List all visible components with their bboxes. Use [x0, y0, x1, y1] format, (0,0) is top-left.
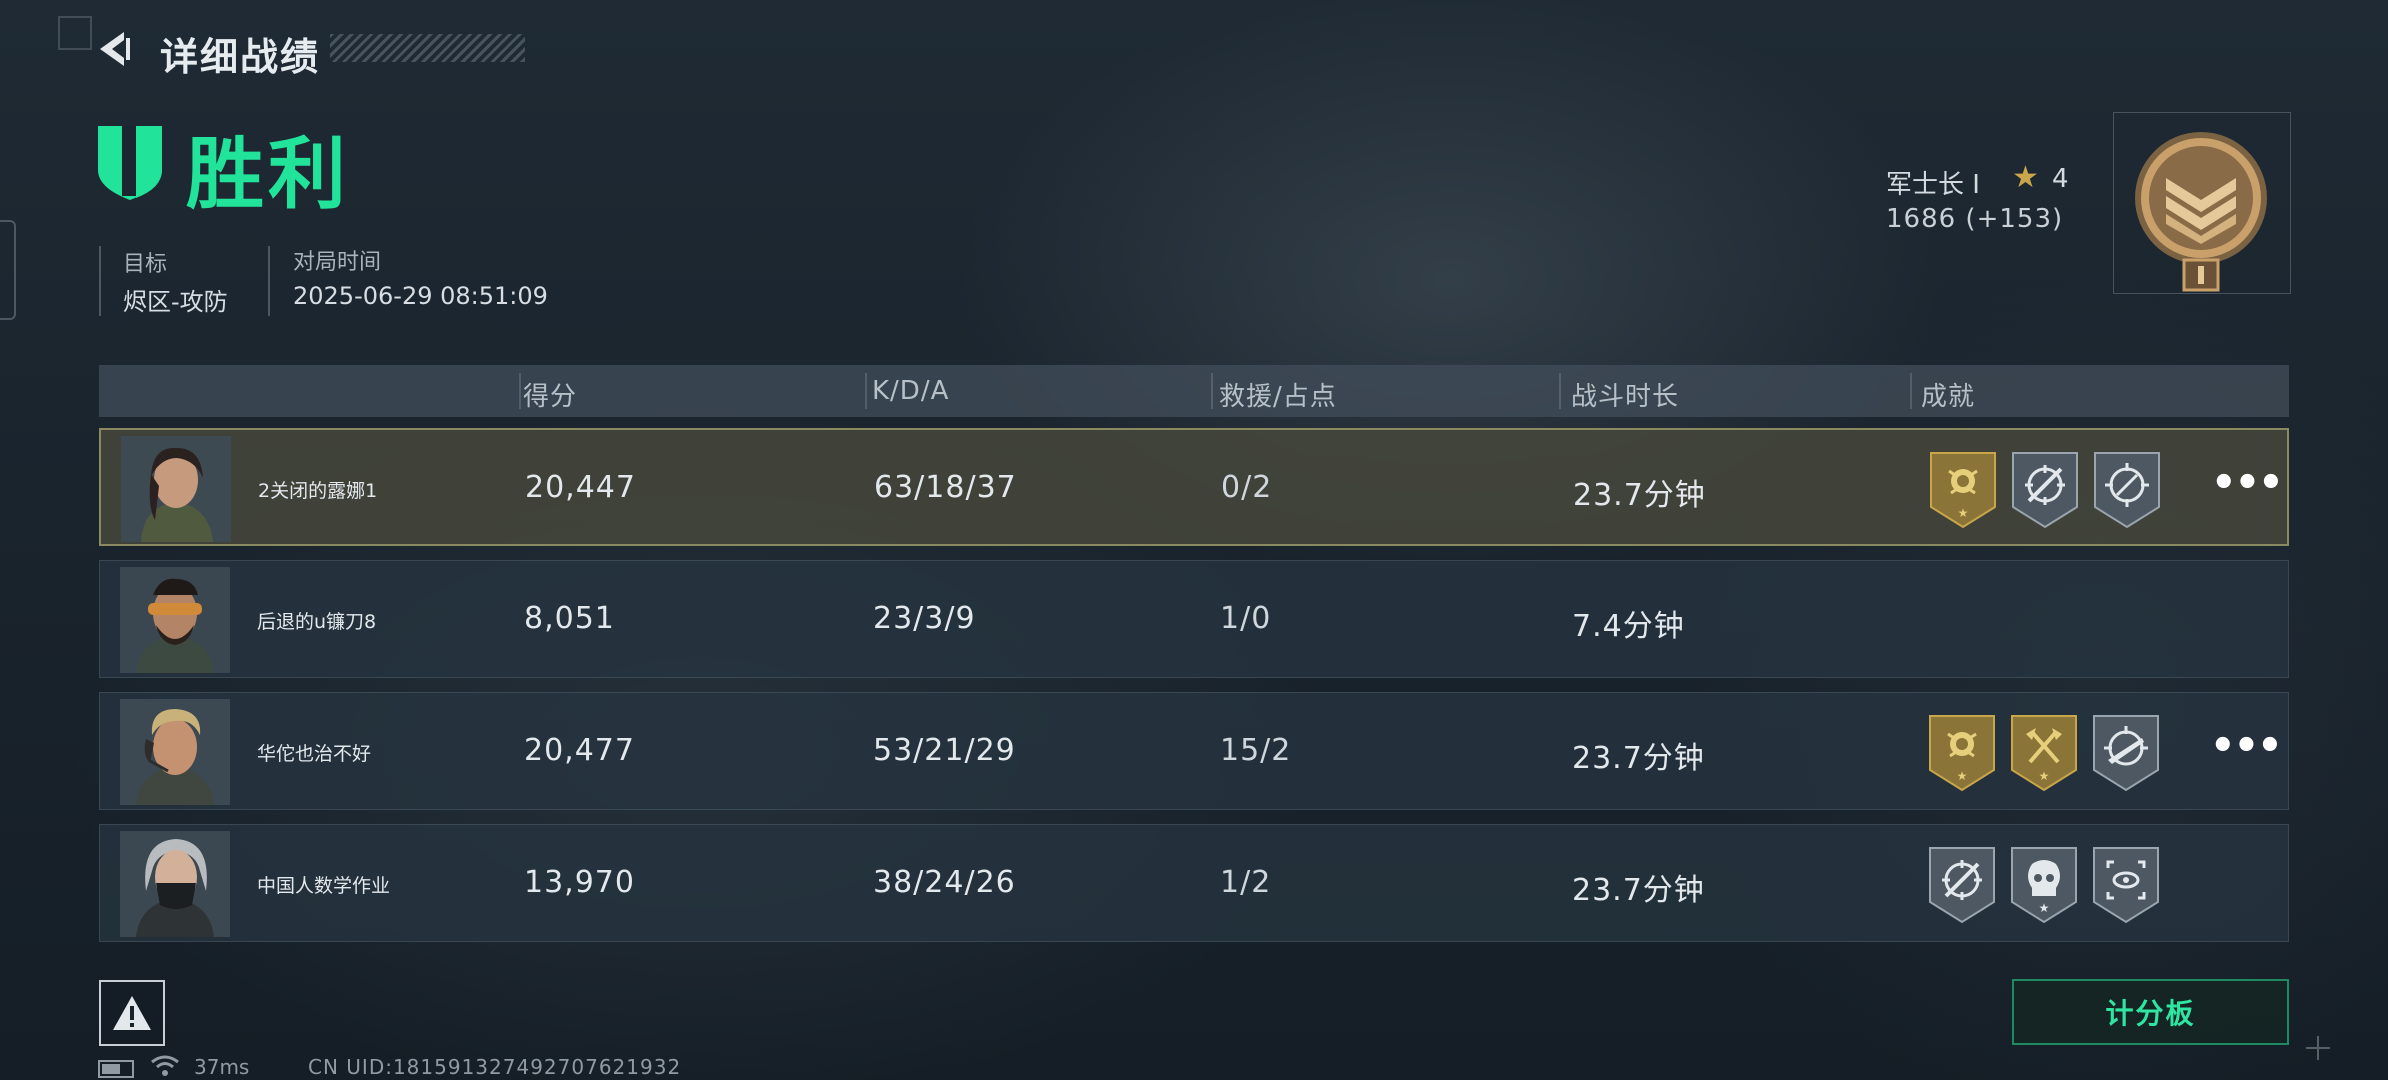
player-duration: 23.7分钟 — [1572, 741, 1705, 776]
player-kda: 63/18/37 — [874, 470, 1017, 505]
target-label: 目标 — [123, 252, 168, 277]
more-options-button[interactable]: ••• — [2210, 723, 2283, 769]
silver-crosshair-badge-icon[interactable] — [2093, 451, 2161, 529]
victory-shield-icon — [98, 126, 162, 200]
sergeant-rank-badge-icon[interactable] — [2126, 126, 2276, 296]
header-separator — [865, 373, 867, 409]
column-header-kda: K/D/A — [872, 376, 950, 406]
player-kda: 23/3/9 — [873, 601, 976, 636]
battery-icon — [98, 1060, 134, 1078]
player-name: 华佗也治不好 — [257, 743, 372, 765]
player-rescue: 0/2 — [1221, 470, 1273, 505]
player-rescue: 15/2 — [1220, 733, 1292, 768]
player-name: 中国人数学作业 — [257, 875, 391, 897]
page-title: 详细战绩 — [160, 35, 321, 79]
gold-rose-badge-icon[interactable]: ★ — [1928, 714, 1996, 792]
player-rescue: 1/0 — [1220, 601, 1272, 636]
wifi-icon — [151, 1055, 179, 1076]
silver-sniper-badge-icon[interactable] — [1928, 846, 1996, 924]
side-bracket-decoration — [0, 220, 16, 320]
rank-points: 1686 (+153) — [1886, 204, 2064, 234]
player-avatar — [120, 567, 230, 673]
target-value: 烬区-攻防 — [123, 288, 228, 316]
warning-icon — [113, 996, 151, 1030]
title-stripes-decoration — [330, 34, 525, 62]
table-row[interactable]: 2关闭的露娜1 20,447 63/18/37 0/2 23.7分钟 ★ ••• — [99, 428, 2289, 546]
match-result: 胜利 — [186, 130, 351, 220]
column-header-duration: 战斗时长 — [1571, 382, 1680, 412]
corner-crosshair-decoration — [2306, 1036, 2330, 1060]
svg-text:★: ★ — [2039, 769, 2050, 783]
player-avatar — [121, 436, 231, 542]
gold-axes-badge-icon[interactable]: ★ — [2010, 714, 2078, 792]
svg-text:★: ★ — [1958, 506, 1969, 520]
header-separator — [1559, 373, 1561, 409]
player-name: 后退的u镰刀8 — [257, 611, 377, 633]
player-score: 8,051 — [524, 601, 615, 636]
back-button[interactable] — [90, 24, 140, 74]
gold-rose-badge-icon[interactable]: ★ — [1929, 451, 1997, 529]
player-name: 2关闭的露娜1 — [258, 480, 378, 502]
header-separator — [519, 373, 521, 409]
silver-sniper-badge-icon[interactable] — [2011, 451, 2079, 529]
svg-text:★: ★ — [2039, 901, 2050, 915]
table-row[interactable]: 后退的u镰刀8 8,051 23/3/9 1/0 7.4分钟 — [99, 560, 2289, 678]
player-rescue: 1/2 — [1220, 865, 1272, 900]
table-row[interactable]: 华佗也治不好 20,477 53/21/29 15/2 23.7分钟 ★ ★ •… — [99, 692, 2289, 810]
svg-text:★: ★ — [1957, 769, 1968, 783]
player-avatar — [120, 699, 230, 805]
meta-divider — [99, 246, 101, 316]
player-score: 13,970 — [524, 865, 635, 900]
rank-name: 军士长 I — [1886, 170, 1980, 200]
match-time-label: 对局时间 — [293, 250, 382, 275]
player-score: 20,447 — [525, 470, 636, 505]
match-time-value: 2025-06-29 08:51:09 — [293, 282, 548, 310]
player-kda: 53/21/29 — [873, 733, 1016, 768]
player-kda: 38/24/26 — [873, 865, 1016, 900]
player-duration: 23.7分钟 — [1573, 478, 1706, 513]
more-options-button[interactable]: ••• — [2211, 460, 2284, 506]
network-ping: 37ms — [194, 1055, 250, 1079]
corner-decoration — [58, 16, 92, 50]
star-icon: ★ — [2012, 160, 2039, 195]
table-row[interactable]: 中国人数学作业 13,970 38/24/26 1/2 23.7分钟 ★ — [99, 824, 2289, 942]
header-separator — [1910, 373, 1912, 409]
silver-rifle-badge-icon[interactable] — [2092, 714, 2160, 792]
table-header: 得分 K/D/A 救援/占点 战斗时长 成就 — [99, 365, 2289, 417]
column-header-rescue: 救援/占点 — [1219, 382, 1337, 412]
player-score: 20,477 — [524, 733, 635, 768]
player-avatar — [120, 831, 230, 937]
silver-eye-badge-icon[interactable] — [2092, 846, 2160, 924]
meta-divider — [268, 246, 270, 316]
player-duration: 7.4分钟 — [1572, 609, 1685, 644]
user-uid: CN UID:181591327492707621932 — [308, 1055, 682, 1079]
scoreboard-button[interactable]: 计分板 — [2012, 979, 2289, 1045]
rank-stars: 4 — [2052, 164, 2069, 194]
back-arrow-icon — [100, 32, 130, 66]
column-header-achievements: 成就 — [1921, 382, 1976, 412]
column-header-score: 得分 — [523, 382, 578, 412]
silver-skull-badge-icon[interactable]: ★ — [2010, 846, 2078, 924]
report-button[interactable] — [99, 980, 165, 1046]
player-duration: 23.7分钟 — [1572, 873, 1705, 908]
header-separator — [1211, 373, 1213, 409]
